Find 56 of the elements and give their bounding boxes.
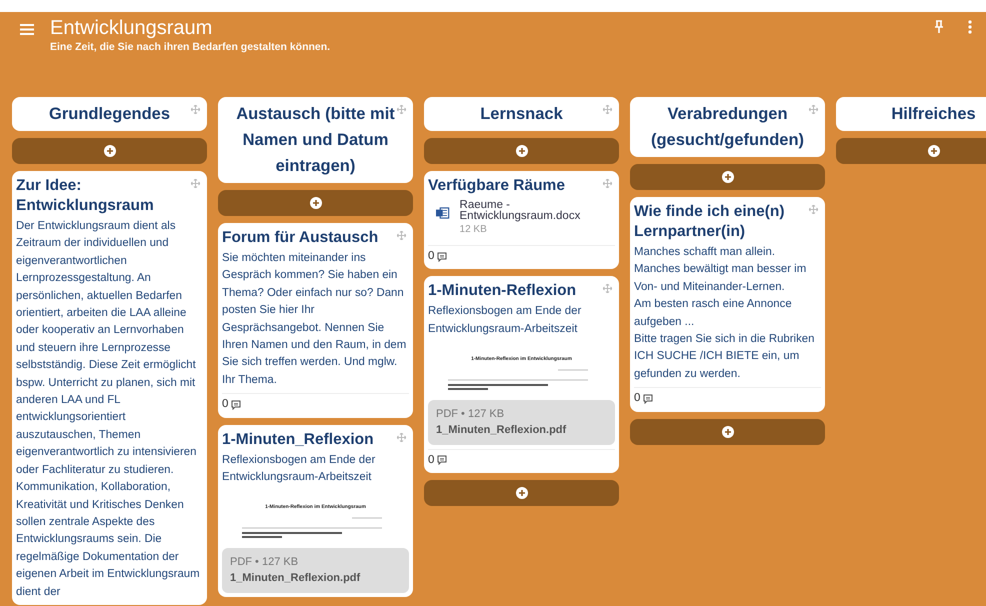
- move-handle-icon[interactable]: [603, 284, 612, 294]
- comment-icon[interactable]: [437, 455, 448, 466]
- post-title: Forum für Austausch: [222, 228, 380, 248]
- plus-icon: [516, 486, 528, 499]
- move-handle-icon[interactable]: [809, 105, 818, 114]
- pin-icon[interactable]: [934, 20, 944, 34]
- menu-icon[interactable]: [20, 24, 34, 35]
- move-handle-icon[interactable]: [191, 105, 200, 114]
- file-name: 1_Minuten_Reflexion.pdf: [230, 571, 362, 586]
- post-text: Sie möchten miteinander ins Gespräch kommen? Sie haben ein Thema? Oder einfach nur so? Dann posten Sie hier Ihr Gesprächsangebot. Nennen Sie Ihren Namen und den Raum, in dem Sie sich treffen werden. Und mglw. Ihr Thema.: [222, 251, 408, 388]
- column-header: Lernsnack: [424, 97, 619, 131]
- document-icon: [436, 206, 450, 220]
- post-text: Manches schafft man allein. Manches bewältigt man besser im Von- und Miteinander-Lernen. Am besten rasch eine Annonce aufgeben ... Bitte tragen Sie sich in die Rubriken ICH SUCHE /ICH BIETE ein, um gefunden zu werden.: [634, 245, 816, 382]
- file-info[interactable]: PDF • 127 KB 1_Minuten_Reflexion.pdf: [428, 400, 615, 445]
- comment-icon[interactable]: [437, 252, 448, 262]
- column-header: Austausch (bitte mit Namen und Datum eintragen): [218, 97, 413, 183]
- comment-count: 0: [428, 452, 434, 468]
- move-handle-icon[interactable]: [191, 179, 200, 188]
- board-title: Entwicklungsraum: [50, 16, 214, 40]
- post-title: 1-Minuten-Reflexion: [428, 281, 578, 302]
- move-handle-icon[interactable]: [397, 105, 406, 114]
- post-title: Zur Idee: Entwicklungsraum: [16, 176, 155, 216]
- file-name: 1_Minuten_Reflexion.pdf: [436, 423, 568, 438]
- plus-icon: [104, 145, 116, 157]
- file-info[interactable]: PDF • 127 KB 1_Minuten_Reflexion.pdf: [222, 548, 409, 593]
- plus-icon: [516, 145, 528, 157]
- comment-count: 0: [634, 391, 640, 406]
- comment-count: 0: [222, 397, 228, 412]
- more-options-icon[interactable]: [968, 20, 972, 34]
- move-handle-icon[interactable]: [397, 231, 406, 240]
- move-handle-icon[interactable]: [603, 179, 612, 188]
- comment-icon[interactable]: [643, 394, 654, 404]
- column-header: Grundlegendes: [12, 97, 207, 131]
- move-handle-icon[interactable]: [809, 205, 818, 214]
- post-title: Wie finde ich eine(n) Lernpartner(in): [634, 202, 786, 242]
- file-name[interactable]: Raeume - Entwicklungsraum.docx: [460, 200, 607, 222]
- post-title: Verfügbare Räume: [428, 176, 566, 196]
- post-text: Der Entwicklungsraum dient als Zeitraum der individuellen und eigenverantwortlichen Lernprozessgestaltung. An persönlichen, aktuellen Bedarfen orientiert, arbeiten die LAA alleine oder kooperativ an Lernvorhaben und steuern ihre Lernprozesse selbstständig. Diese Zeit ermöglicht bspw. Unterricht zu planen, sich mit anderen LAA und FL entwicklungsorientiert auszutauschen, Themen eigenverantwortlich zu intensivieren oder Fachliteratur zu studieren. Kommunikation, Kollaboration, Kreativität und Kritisches Denken sollen zentrale Aspekte des Entwicklungsraums sein. Die regelmäßige Dokumentation der eigenen Arbeit im Entwicklungsraum dient der: [16, 219, 201, 600]
- post-title: 1-Minuten_Reflexion: [222, 430, 375, 450]
- post-text: Reflexionsbogen am Ende der Entwicklungsraum-Arbeitszeit: [222, 452, 376, 485]
- file-size: 12 KB: [460, 223, 488, 237]
- plus-icon: [928, 145, 940, 157]
- file-meta: PDF • 127 KB: [230, 554, 300, 570]
- add-post-button[interactable]: [836, 138, 986, 164]
- plus-icon: [722, 426, 734, 438]
- board-subtitle: Eine Zeit, die Sie nach ihren Bedarfen gestalten können.: [50, 40, 332, 55]
- column-header: Hilfreiches: [836, 97, 986, 131]
- plus-icon: [310, 197, 322, 209]
- comment-icon[interactable]: [231, 400, 242, 410]
- post-text: Reflexionsbogen am Ende der Entwicklungsraum-Arbeitszeit: [428, 304, 582, 337]
- move-handle-icon[interactable]: [397, 432, 406, 442]
- move-handle-icon[interactable]: [603, 105, 612, 114]
- plus-icon: [722, 171, 734, 183]
- comment-count: 0: [428, 249, 434, 264]
- column-header: Verabredungen (gesucht/gefunden): [630, 97, 825, 157]
- file-meta: PDF • 127 KB: [436, 406, 506, 422]
